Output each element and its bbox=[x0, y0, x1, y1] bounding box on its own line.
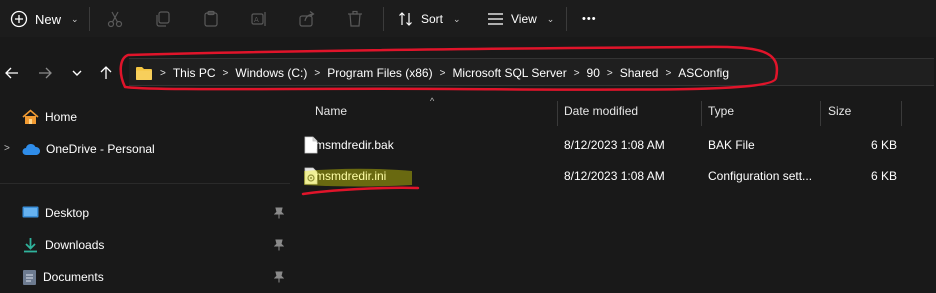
column-header-size[interactable]: Size bbox=[828, 104, 851, 118]
pin-icon[interactable] bbox=[274, 271, 284, 283]
chevron-down-icon: ⌄ bbox=[546, 13, 555, 24]
file-size: 6 KB bbox=[871, 138, 898, 152]
chevron-down-icon bbox=[72, 70, 82, 76]
sidebar-item-label: Home bbox=[45, 110, 78, 124]
share-icon[interactable] bbox=[296, 8, 318, 30]
chevron-right-icon: > bbox=[222, 67, 229, 79]
cloud-icon bbox=[22, 143, 40, 155]
column-divider[interactable] bbox=[557, 101, 558, 126]
paste-icon[interactable] bbox=[200, 8, 222, 30]
file-type: Configuration sett... bbox=[708, 169, 813, 183]
download-icon bbox=[24, 238, 37, 253]
more-icon: ••• bbox=[582, 13, 597, 25]
column-divider[interactable] bbox=[701, 101, 702, 126]
folder-icon bbox=[136, 66, 152, 80]
recent-locations-button[interactable] bbox=[67, 62, 87, 84]
chevron-right-icon: > bbox=[160, 67, 166, 79]
pin-icon[interactable] bbox=[274, 239, 284, 251]
address-bar[interactable]: > This PC > Windows (C:) > Program Files… bbox=[129, 58, 934, 86]
breadcrumb-windows-c[interactable]: Windows (C:) bbox=[235, 66, 307, 80]
back-button[interactable] bbox=[2, 62, 22, 84]
file-name: msmdredir.bak bbox=[315, 138, 394, 152]
rename-icon[interactable]: A bbox=[248, 8, 270, 30]
up-button[interactable] bbox=[96, 62, 116, 84]
home-icon bbox=[22, 109, 39, 124]
file-name: msmdredir.ini bbox=[315, 169, 387, 183]
sidebar-item-home[interactable]: Home bbox=[22, 106, 77, 128]
copy-icon[interactable] bbox=[152, 8, 174, 30]
svg-text:A: A bbox=[254, 16, 259, 24]
chevron-right-icon: > bbox=[439, 67, 446, 79]
sidebar-item-documents[interactable]: Documents bbox=[22, 266, 284, 288]
pin-icon[interactable] bbox=[274, 207, 284, 219]
chevron-down-icon: ⌄ bbox=[453, 13, 461, 24]
breadcrumb-this-pc[interactable]: This PC bbox=[173, 66, 216, 80]
breadcrumb-90[interactable]: 90 bbox=[587, 66, 600, 80]
file-row[interactable]: msmdredir.bak 8/12/2023 1:08 AM BAK File… bbox=[296, 134, 936, 158]
sort-button[interactable]: Sort ⌄ bbox=[398, 8, 461, 30]
chevron-right-icon: > bbox=[314, 67, 321, 79]
sidebar-item-label: Downloads bbox=[45, 238, 105, 252]
more-options-button[interactable]: ••• bbox=[582, 8, 597, 30]
view-button[interactable]: View ⌄ bbox=[487, 8, 554, 30]
sort-label: Sort bbox=[421, 12, 444, 26]
breadcrumb-shared[interactable]: Shared bbox=[620, 66, 659, 80]
column-divider[interactable] bbox=[901, 101, 902, 126]
chevron-right-icon: > bbox=[665, 67, 672, 79]
chevron-right-icon: > bbox=[606, 67, 613, 79]
file-type: BAK File bbox=[708, 138, 755, 152]
documents-icon bbox=[23, 269, 36, 285]
desktop-icon bbox=[22, 206, 39, 218]
view-icon bbox=[488, 13, 503, 25]
toolbar-divider bbox=[566, 7, 567, 31]
sort-icon bbox=[399, 12, 412, 26]
chevron-down-icon: ⌄ bbox=[71, 13, 79, 24]
breadcrumb-asconfig[interactable]: ASConfig bbox=[678, 66, 729, 80]
plus-circle-icon bbox=[10, 10, 28, 28]
breadcrumb-program-files-x86[interactable]: Program Files (x86) bbox=[327, 66, 432, 80]
file-row[interactable]: msmdredir.ini 8/12/2023 1:08 AM Configur… bbox=[296, 165, 936, 189]
column-header-name[interactable]: Name bbox=[315, 104, 347, 118]
breadcrumb-microsoft-sql-server[interactable]: Microsoft SQL Server bbox=[452, 66, 566, 80]
toolbar-divider bbox=[383, 7, 384, 31]
chevron-right-icon: > bbox=[573, 67, 580, 79]
sidebar-item-label: OneDrive - Personal bbox=[46, 142, 155, 156]
toolbar-divider bbox=[89, 7, 90, 31]
sidebar-divider bbox=[0, 183, 290, 184]
command-bar: New ⌄ A Sort ⌄ View ⌄ ••• bbox=[0, 0, 936, 37]
breadcrumb: > This PC > Windows (C:) > Program Files… bbox=[135, 59, 729, 87]
delete-icon[interactable] bbox=[344, 8, 366, 30]
arrow-up-icon bbox=[100, 66, 112, 79]
sidebar-item-onedrive[interactable]: OneDrive - Personal bbox=[22, 138, 155, 160]
column-header-type[interactable]: Type bbox=[708, 104, 734, 118]
arrow-left-icon bbox=[5, 67, 18, 79]
sidebar-item-downloads[interactable]: Downloads bbox=[22, 234, 284, 256]
sidebar-item-label: Documents bbox=[43, 270, 104, 284]
sort-ascending-icon: ^ bbox=[430, 96, 435, 106]
sidebar-item-label: Desktop bbox=[45, 206, 90, 220]
arrow-right-icon bbox=[39, 67, 52, 79]
column-divider[interactable] bbox=[820, 101, 821, 126]
forward-button[interactable] bbox=[35, 62, 55, 84]
cut-icon[interactable] bbox=[104, 8, 126, 30]
file-size: 6 KB bbox=[871, 169, 898, 183]
file-date: 8/12/2023 1:08 AM bbox=[564, 169, 665, 183]
column-header-date-modified[interactable]: Date modified bbox=[564, 104, 638, 118]
sidebar-item-desktop[interactable]: Desktop bbox=[22, 202, 284, 224]
chevron-right-icon[interactable]: > bbox=[4, 143, 10, 154]
file-date: 8/12/2023 1:08 AM bbox=[564, 138, 665, 152]
new-button[interactable]: New ⌄ bbox=[10, 8, 79, 30]
new-label: New bbox=[35, 11, 62, 27]
view-label: View bbox=[511, 12, 537, 26]
